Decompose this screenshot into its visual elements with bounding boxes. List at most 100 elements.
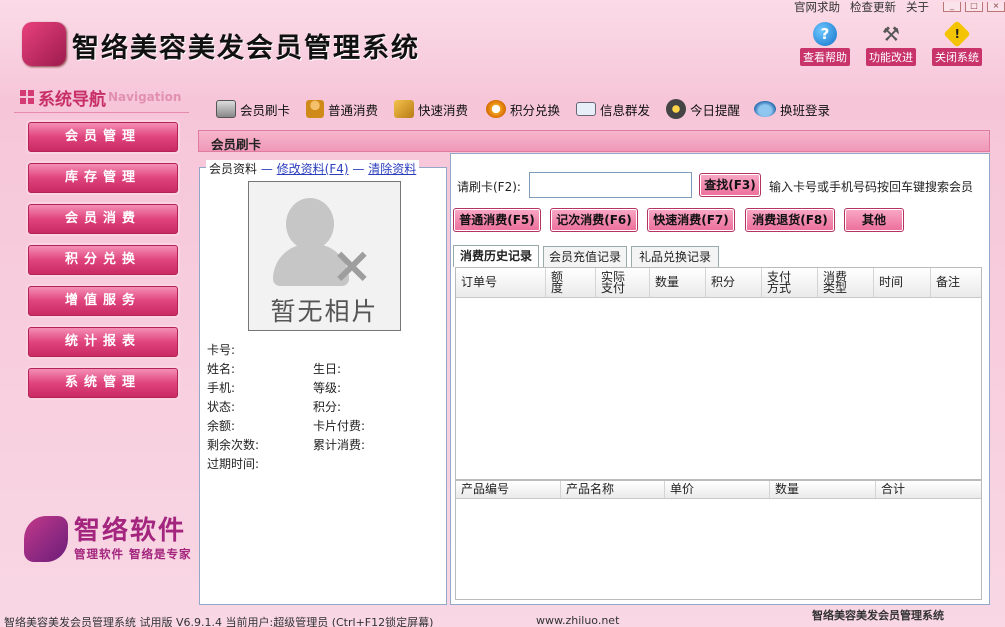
brand-mark-icon [24, 516, 68, 562]
help-button[interactable]: ? 查看帮助 [796, 22, 854, 66]
col-consume-type[interactable]: 消费类型 [818, 268, 874, 297]
toolbar-label: 快速消费 [418, 102, 469, 118]
toolbar-label: 今日提醒 [690, 102, 741, 118]
normal-consume-button[interactable]: 普通消费(F5) [453, 208, 541, 232]
field-name: 姓名: [207, 362, 236, 376]
other-button[interactable]: 其他 [844, 208, 904, 232]
nav-member-management[interactable]: 会员管理 [28, 122, 178, 152]
mail-icon [576, 102, 596, 116]
person-icon [306, 100, 324, 118]
status-url: www.zhiluo.net [536, 614, 620, 627]
fast-icon [394, 100, 414, 118]
member-info-title: 会员资料 [209, 162, 258, 176]
maximize-icon[interactable]: □ [965, 2, 983, 12]
field-total-consumption: 累计消费: [313, 438, 366, 452]
exchange-icon [486, 100, 506, 118]
top-menu: 官网求助 检查更新 关于 _ □ × [784, 0, 1005, 14]
col-points[interactable]: 积分 [706, 268, 762, 297]
toolbar-fast-consume[interactable]: 快速消费 [394, 98, 468, 120]
col-detail-quantity[interactable]: 数量 [770, 481, 876, 498]
close-icon[interactable]: × [987, 2, 1005, 12]
col-product-name[interactable]: 产品名称 [561, 481, 665, 498]
minimize-icon[interactable]: _ [943, 2, 961, 12]
field-status: 状态: [207, 400, 236, 414]
card-icon [216, 100, 236, 118]
panel-title: 会员刷卡 [211, 137, 262, 152]
nav-header: 系统导航 Navigation [20, 86, 182, 110]
avatar-placeholder-icon [286, 198, 334, 250]
product-detail-table: 产品编号 产品名称 单价 数量 合计 [455, 480, 982, 600]
improve-button[interactable]: ⚒ 功能改进 [862, 22, 920, 66]
history-table: 订单号 额度 实际支付 数量 积分 支付方式 消费类型 时间 备注 [455, 267, 982, 480]
nav-title-en: Navigation [108, 90, 182, 104]
history-table-header: 订单号 额度 实际支付 数量 积分 支付方式 消费类型 时间 备注 [456, 268, 981, 298]
toolbar-label: 换班登录 [780, 102, 831, 118]
toolbar-label: 会员刷卡 [240, 102, 291, 118]
toolbar-label: 积分兑换 [510, 102, 561, 118]
tab-recharge-history[interactable]: 会员充值记录 [543, 246, 627, 267]
status-bar: 智络美容美发会员管理系统 试用版 V6.9.1.4 当前用户:超级管理员 (Ct… [0, 609, 1005, 627]
col-remark[interactable]: 备注 [931, 268, 983, 297]
product-table-header: 产品编号 产品名称 单价 数量 合计 [456, 481, 981, 499]
app-title: 智络美容美发会员管理系统 [72, 33, 420, 64]
toolbar-message-broadcast[interactable]: 信息群发 [576, 98, 650, 120]
clear-member-link[interactable]: 清除资料 [368, 162, 416, 176]
col-pay-method[interactable]: 支付方式 [762, 268, 818, 297]
col-product-code[interactable]: 产品编号 [456, 481, 561, 498]
toolbar-card-swipe[interactable]: 会员刷卡 [216, 98, 290, 120]
toolbar-label: 信息群发 [600, 102, 651, 118]
field-balance: 余额: [207, 419, 236, 433]
nav-points-exchange[interactable]: 积分兑换 [28, 245, 178, 275]
card-input[interactable] [529, 172, 692, 198]
col-time[interactable]: 时间 [874, 268, 931, 297]
field-remaining-times: 剩余次数: [207, 438, 260, 452]
brand-slogan: 管理软件 智络是专家 [74, 547, 192, 561]
toolbar-shift-login[interactable]: 换班登录 [754, 98, 830, 120]
col-unit-price[interactable]: 单价 [665, 481, 770, 498]
improve-button-label: 功能改进 [866, 48, 916, 66]
toolbar-normal-consume[interactable]: 普通消费 [306, 98, 378, 120]
card-input-label: 请刷卡(F2): [457, 180, 521, 194]
member-info-panel: 会员资料 — 修改资料(F4) — 清除资料 × 暂无相片 卡号: 姓名: 手机… [199, 160, 447, 605]
member-info-legend: 会员资料 — 修改资料(F4) — 清除资料 [206, 160, 420, 177]
field-level: 等级: [313, 381, 342, 395]
nav-member-consumption[interactable]: 会员消费 [28, 204, 178, 234]
exit-button[interactable]: ! 关闭系统 [928, 20, 986, 66]
status-app-name: 智络美容美发会员管理系统 [812, 609, 944, 622]
member-photo: × 暂无相片 [248, 181, 401, 331]
col-total[interactable]: 合计 [876, 481, 983, 498]
toolbar-today-reminder[interactable]: 今日提醒 [666, 98, 740, 120]
nav-value-added[interactable]: 增值服务 [28, 286, 178, 316]
col-amount[interactable]: 额度 [546, 268, 596, 297]
clock-icon [666, 99, 686, 119]
help-button-label: 查看帮助 [800, 48, 850, 66]
col-actual-pay[interactable]: 实际支付 [596, 268, 650, 297]
nav-grid-icon [20, 90, 34, 104]
no-photo-text: 暂无相片 [270, 297, 379, 326]
field-expiry: 过期时间: [207, 457, 260, 471]
toolbar-points-exchange[interactable]: 积分兑换 [486, 98, 560, 120]
field-card-fee: 卡片付费: [313, 419, 366, 433]
about-link[interactable]: 关于 [906, 1, 929, 13]
field-points: 积分: [313, 400, 342, 414]
edit-member-link[interactable]: 修改资料(F4) [277, 162, 349, 176]
count-consume-button[interactable]: 记次消费(F6) [550, 208, 638, 232]
nav-title: 系统导航 [38, 89, 106, 110]
col-quantity[interactable]: 数量 [650, 268, 706, 297]
col-order-no[interactable]: 订单号 [456, 268, 546, 297]
app-logo [22, 22, 66, 66]
return-button[interactable]: 消费退货(F8) [745, 208, 835, 232]
no-photo-x-icon: × [331, 236, 373, 294]
nav-reports[interactable]: 统计报表 [28, 327, 178, 357]
tab-gift-history[interactable]: 礼品兑换记录 [631, 246, 719, 267]
search-button[interactable]: 查找(F3) [699, 173, 761, 197]
tools-icon: ⚒ [882, 22, 900, 46]
tab-consume-history[interactable]: 消费历史记录 [453, 245, 539, 267]
nav-system-management[interactable]: 系统管理 [28, 368, 178, 398]
panel-header: 会员刷卡 [198, 130, 990, 152]
fast-consume-button[interactable]: 快速消费(F7) [647, 208, 735, 232]
update-link[interactable]: 检查更新 [850, 1, 896, 13]
brand-name: 智络软件 [74, 516, 187, 546]
nav-inventory-management[interactable]: 库存管理 [28, 163, 178, 193]
help-link[interactable]: 官网求助 [794, 1, 840, 13]
